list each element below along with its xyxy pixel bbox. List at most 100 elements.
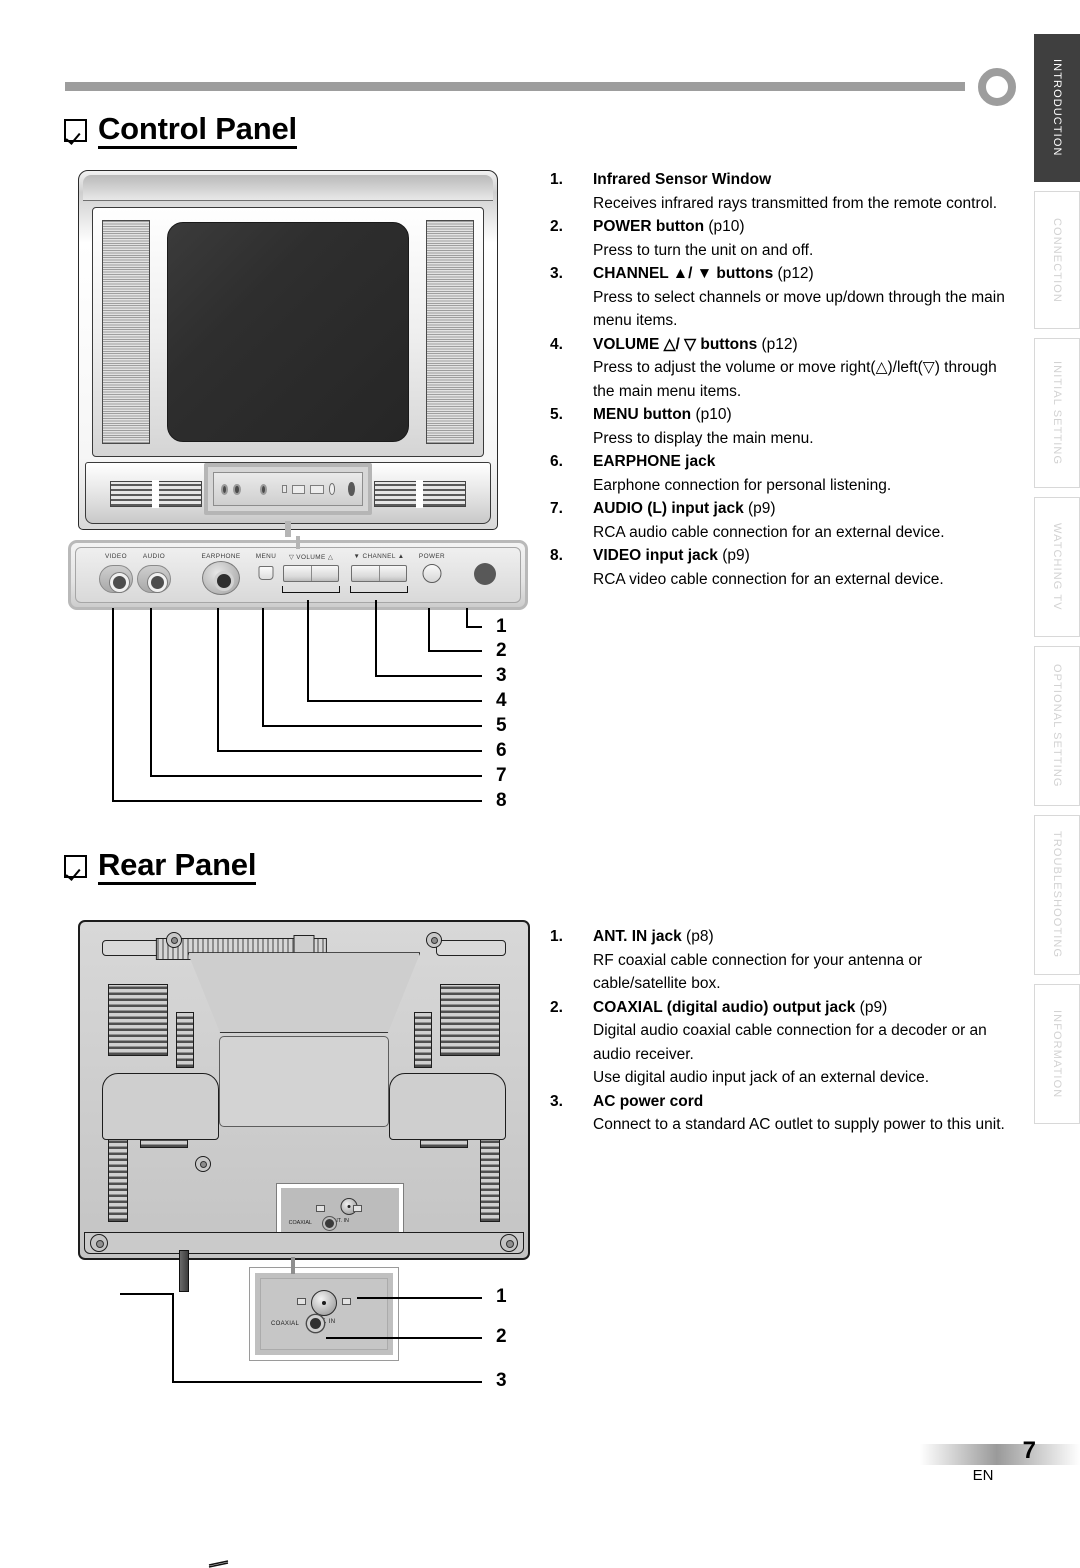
ant-wing-left-small	[315, 1205, 325, 1212]
ant-wing-left	[297, 1298, 306, 1305]
tab-label: OPTIONAL SETTING	[1051, 664, 1063, 788]
rear-screw-top-left	[166, 932, 182, 948]
rear-vent-1	[108, 984, 168, 1056]
tab-label: INFORMATION	[1051, 1009, 1063, 1099]
channel-buttons[interactable]	[351, 565, 407, 582]
description-item: 5. MENU button (p10) Press to display th…	[550, 403, 1018, 450]
tab-introduction[interactable]: INTRODUCTION	[1034, 34, 1080, 182]
leader-3-h	[375, 675, 482, 677]
tab-label: INTRODUCTION	[1051, 59, 1063, 157]
detail-connector-stem	[285, 521, 291, 537]
rear-screw-center	[195, 1156, 211, 1172]
desc-text: RF coaxial cable connection for your ant…	[593, 951, 923, 993]
description-item: 2. COAXIAL (digital audio) output jack (…	[550, 996, 1018, 1090]
desc-number: 3.	[550, 265, 563, 282]
section-tab-strip: INTRODUCTION CONNECTION INITIAL SETTING …	[1028, 34, 1080, 1133]
tv-front-top-bevel	[83, 175, 493, 201]
tab-connection[interactable]: CONNECTION	[1034, 191, 1080, 329]
tv-front-base	[85, 462, 491, 537]
volume-brace	[282, 586, 340, 593]
desc-text-extra: Use digital audio input jack of an exter…	[593, 1069, 930, 1086]
rear-vent-3	[176, 1012, 194, 1068]
callout-number-8: 8	[496, 790, 507, 811]
earphone-jack[interactable]	[202, 561, 240, 595]
rear-shoulder-right	[389, 1073, 506, 1141]
mini-volume-rocker-icon	[292, 484, 306, 494]
rear-shoulder-left	[102, 1073, 219, 1141]
volume-buttons[interactable]	[283, 565, 339, 582]
power-button[interactable]	[422, 564, 442, 583]
desc-number: 1.	[550, 171, 563, 188]
coaxial-jack-small[interactable]	[323, 1217, 337, 1230]
desc-term: COAXIAL (digital audio) output jack (p9)	[593, 998, 888, 1016]
desc-term: AC power cord	[593, 1092, 704, 1110]
leader-1-h	[466, 626, 482, 628]
video-input-jack[interactable]	[99, 565, 133, 593]
desc-term: VOLUME △/ ▽ buttons (p12)	[593, 335, 798, 353]
header-rule	[65, 82, 965, 91]
label-audio: AUDIO	[142, 553, 166, 560]
leader-6-h	[217, 750, 482, 752]
speaker-grille-right	[426, 220, 474, 444]
tab-initial-setting[interactable]: INITIAL SETTING	[1034, 338, 1080, 488]
leader-8-v	[112, 608, 114, 800]
desc-term: MENU button (p10)	[593, 406, 732, 423]
rear-vent-4	[414, 1012, 432, 1068]
front-vent-left	[110, 480, 202, 508]
leader-2-h	[428, 650, 482, 652]
rear-callout-number-2: 2	[496, 1326, 507, 1347]
footer-bar: 7	[920, 1437, 1080, 1465]
tab-watching-tv[interactable]: WATCHING TV	[1034, 497, 1080, 637]
desc-number: 2.	[550, 218, 563, 235]
desc-term: EARPHONE jack	[593, 453, 716, 470]
leader-5-h	[262, 725, 482, 727]
mini-video-jack-icon	[221, 483, 229, 495]
rear-foot-right	[500, 1234, 518, 1252]
leader-2-v	[428, 608, 430, 650]
leader-7-h	[150, 775, 482, 777]
tab-label: CONNECTION	[1051, 217, 1063, 303]
desc-text: Connect to a standard AC outlet to suppl…	[593, 1116, 1005, 1133]
page-title-rear-panel: Rear Panel	[98, 848, 256, 886]
desc-number: 4.	[550, 335, 563, 353]
tab-optional-setting[interactable]: OPTIONAL SETTING	[1034, 646, 1080, 806]
control-panel-detail: VIDEO AUDIO EARPHONE MENU ▽ VOLUME △ ▼ C…	[68, 536, 528, 610]
rear-detail-stem	[291, 1257, 295, 1274]
page-number: 7	[1022, 1437, 1036, 1464]
label-menu: MENU	[255, 553, 277, 560]
rear-panel-detail-inner: ANT. IN COAXIAL	[260, 1278, 388, 1350]
desc-text: RCA audio cable connection for an extern…	[593, 523, 945, 541]
speaker-grille-left	[102, 220, 150, 444]
rear-leader-3-stub	[120, 1293, 174, 1295]
tab-troubleshooting[interactable]: TROUBLESHOOTING	[1034, 815, 1080, 975]
callout-number-4: 4	[496, 690, 507, 711]
rear-leader-3-h	[172, 1381, 482, 1383]
audio-l-input-jack[interactable]	[137, 565, 171, 593]
desc-number: 7.	[550, 500, 563, 517]
desc-term: Infrared Sensor Window	[593, 171, 772, 188]
label-channel: ▼ CHANNEL ▲	[353, 553, 405, 560]
coaxial-output-jack[interactable]	[307, 1315, 324, 1332]
mini-power-button-icon	[328, 483, 336, 495]
tv-front-cabinet	[78, 170, 498, 537]
desc-number: 3.	[550, 1092, 563, 1110]
callout-number-3: 3	[496, 665, 507, 686]
desc-term: ANT. IN jack (p8)	[593, 928, 714, 945]
control-panel-miniature	[213, 472, 363, 506]
tv-front-bezel	[92, 207, 484, 457]
ant-in-jack[interactable]	[311, 1290, 337, 1316]
ac-power-cord	[178, 1250, 189, 1292]
desc-term: CHANNEL ▲/ ▼ buttons (p12)	[593, 265, 814, 282]
desc-text: RCA video cable connection for an extern…	[593, 570, 944, 588]
desc-text: Press to adjust the volume or move right…	[593, 359, 997, 400]
tab-label: TROUBLESHOOTING	[1051, 831, 1063, 959]
tab-information[interactable]: INFORMATION	[1034, 984, 1080, 1124]
desc-text: Press to display the main menu.	[593, 429, 814, 447]
desc-term: POWER button (p10)	[593, 218, 745, 235]
control-panel-description-list: 1. Infrared Sensor Window Receives infra…	[550, 168, 1018, 591]
menu-button[interactable]	[258, 566, 274, 580]
description-item: 7. AUDIO (L) input jack (p9) RCA audio c…	[550, 497, 1018, 544]
leader-1-v	[466, 608, 468, 626]
checkbox-icon	[64, 119, 87, 143]
section-heading-control-panel: Control Panel	[64, 112, 297, 150]
